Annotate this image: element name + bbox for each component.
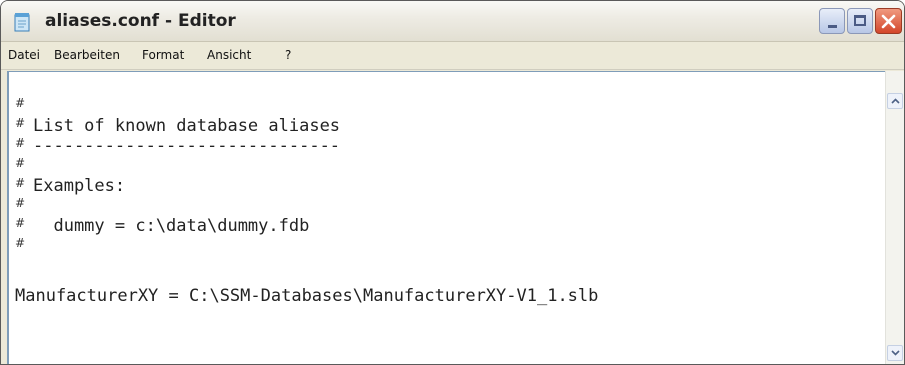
chevron-up-icon bbox=[891, 98, 900, 104]
close-button[interactable] bbox=[875, 8, 902, 34]
chevron-down-icon bbox=[891, 350, 900, 356]
editor-line: # bbox=[15, 96, 26, 110]
editor-line: # List of known database aliases bbox=[15, 116, 341, 136]
menu-help[interactable]: ? bbox=[285, 48, 291, 62]
scroll-up-button[interactable] bbox=[887, 93, 903, 109]
title-bar[interactable]: aliases.conf - Editor bbox=[1, 1, 904, 42]
close-icon bbox=[881, 14, 896, 29]
editor-line: # bbox=[15, 236, 26, 250]
maximize-icon bbox=[854, 15, 866, 26]
editor-window: aliases.conf - Editor Datei Bearbeiten F… bbox=[0, 0, 905, 365]
editor-line: # ------------------------------ bbox=[15, 136, 341, 156]
menu-bearbeiten[interactable]: Bearbeiten bbox=[54, 48, 120, 62]
menu-bar: Datei Bearbeiten Format Ansicht ? bbox=[1, 42, 904, 70]
window-title: aliases.conf - Editor bbox=[45, 11, 236, 31]
menu-format[interactable]: Format bbox=[142, 48, 184, 62]
menu-datei[interactable]: Datei bbox=[8, 48, 40, 62]
editor-line: ManufacturerXY = C:\SSM-Databases\Manufa… bbox=[15, 286, 599, 306]
vertical-scrollbar[interactable] bbox=[885, 71, 904, 364]
editor-line: # dummy = c:\data\dummy.fdb bbox=[15, 216, 310, 236]
minimize-button[interactable] bbox=[819, 8, 845, 34]
minimize-icon bbox=[828, 25, 837, 28]
notepad-icon bbox=[14, 13, 30, 32]
menu-ansicht[interactable]: Ansicht bbox=[207, 48, 251, 62]
editor-line: # bbox=[15, 156, 26, 170]
editor-line: # Examples: bbox=[15, 176, 126, 196]
text-area[interactable]: # # List of known database aliases # ---… bbox=[7, 71, 887, 364]
editor-line: # bbox=[15, 196, 26, 210]
maximize-button[interactable] bbox=[847, 8, 873, 34]
scroll-down-button[interactable] bbox=[887, 345, 903, 361]
